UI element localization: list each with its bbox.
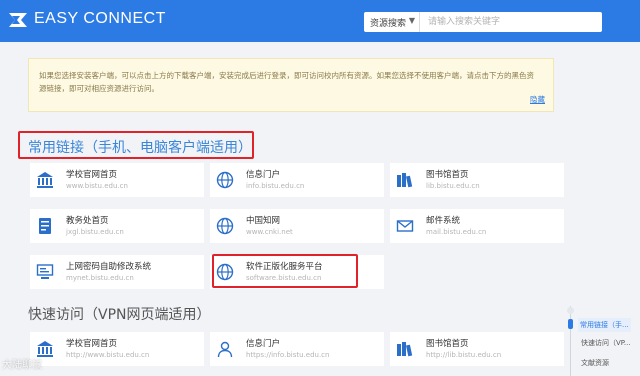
card-url: www.bistu.edu.cn [66,182,128,190]
highlight-box [18,131,254,159]
nav-active-indicator [568,319,573,329]
watermark: 大陆聊鼠 [2,360,42,371]
nav-track [570,306,571,376]
books-icon [397,173,413,188]
resource-card[interactable]: 学校官网首页 www.bistu.edu.cn [30,163,204,197]
card-name: 邮件系统 [426,216,461,226]
card-name: 信息门户 [246,339,281,349]
nav-item-common-links[interactable]: 常用链接（手... [578,318,631,332]
card-name: 上网密码自助修改系统 [66,262,152,272]
card-name: 学校官网首页 [66,170,118,180]
nav-item-quick-access[interactable]: 快速访问（VP... [581,338,631,348]
document-icon [39,218,51,234]
card-url: mynet.bistu.edu.cn [66,274,134,282]
section-nav: 常用链接（手... 快速访问（VP... 文献资源 [564,306,640,376]
card-name: 图书馆首页 [426,170,469,180]
resource-card[interactable]: 上网密码自助修改系统 mynet.bistu.edu.cn [30,255,204,289]
hide-notice-link[interactable]: 隐藏 [530,94,545,105]
notice-text: 如果您选择安装客户端，可以点击上方的下载客户端，安装完成后进行登录，即可访问校内… [39,71,534,93]
card-url: http://www.bistu.edu.cn [66,351,150,359]
card-name: 中国知网 [246,216,281,226]
globe-icon [216,217,234,235]
card-name: 学校官网首页 [66,339,118,349]
mail-icon [396,220,414,232]
monitor-icon [36,264,54,279]
search-input[interactable] [420,12,602,32]
card-url: https://info.bistu.edu.cn [246,351,330,359]
resource-card[interactable]: 中国知网 www.cnki.net [210,209,384,243]
card-name: 信息门户 [246,170,281,180]
highlight-box [212,254,358,288]
nav-item-literature[interactable]: 文献资源 [581,358,609,368]
search-scope-select[interactable]: 资源搜索 ▼ [364,12,420,32]
resource-card[interactable]: 图书馆首页 lib.bistu.edu.cn [390,163,564,197]
easyconnect-logo-icon [9,13,27,27]
section-title-quick-access: 快速访问（VPN网页端适用） [28,307,211,323]
resource-card[interactable]: 信息门户 info.bistu.edu.cn [210,163,384,197]
card-url: http://lib.bistu.edu.cn [426,351,502,359]
brand-title: EASY CONNECT [34,10,166,27]
card-url: mail.bistu.edu.cn [426,228,487,236]
card-url: jxgl.bistu.edu.cn [66,228,124,236]
chevron-down-icon: ▼ [408,16,415,25]
nav-top-dot [567,307,574,314]
card-url: info.bistu.edu.cn [246,182,305,190]
users-icon [217,341,233,358]
notice-panel: 如果您选择安装客户端，可以点击上方的下载客户端，安装完成后进行登录，即可访问校内… [28,58,554,112]
card-name: 教务处首页 [66,216,109,226]
resource-card[interactable]: 教务处首页 jxgl.bistu.edu.cn [30,209,204,243]
resource-card[interactable]: 图书馆首页 http://lib.bistu.edu.cn [390,332,564,366]
card-name: 图书馆首页 [426,339,469,349]
bank-icon [37,172,53,188]
resource-card[interactable]: 信息门户 https://info.bistu.edu.cn [210,332,384,366]
card-url: www.cnki.net [246,228,293,236]
card-url: lib.bistu.edu.cn [426,182,480,190]
books-icon [397,342,413,357]
resource-card[interactable]: 学校官网首页 http://www.bistu.edu.cn [30,332,204,366]
resource-card[interactable]: 邮件系统 mail.bistu.edu.cn [390,209,564,243]
search-scope-label: 资源搜索 [370,19,407,29]
globe-icon [216,171,234,189]
top-bar: EASY CONNECT 资源搜索 ▼ [0,0,640,42]
